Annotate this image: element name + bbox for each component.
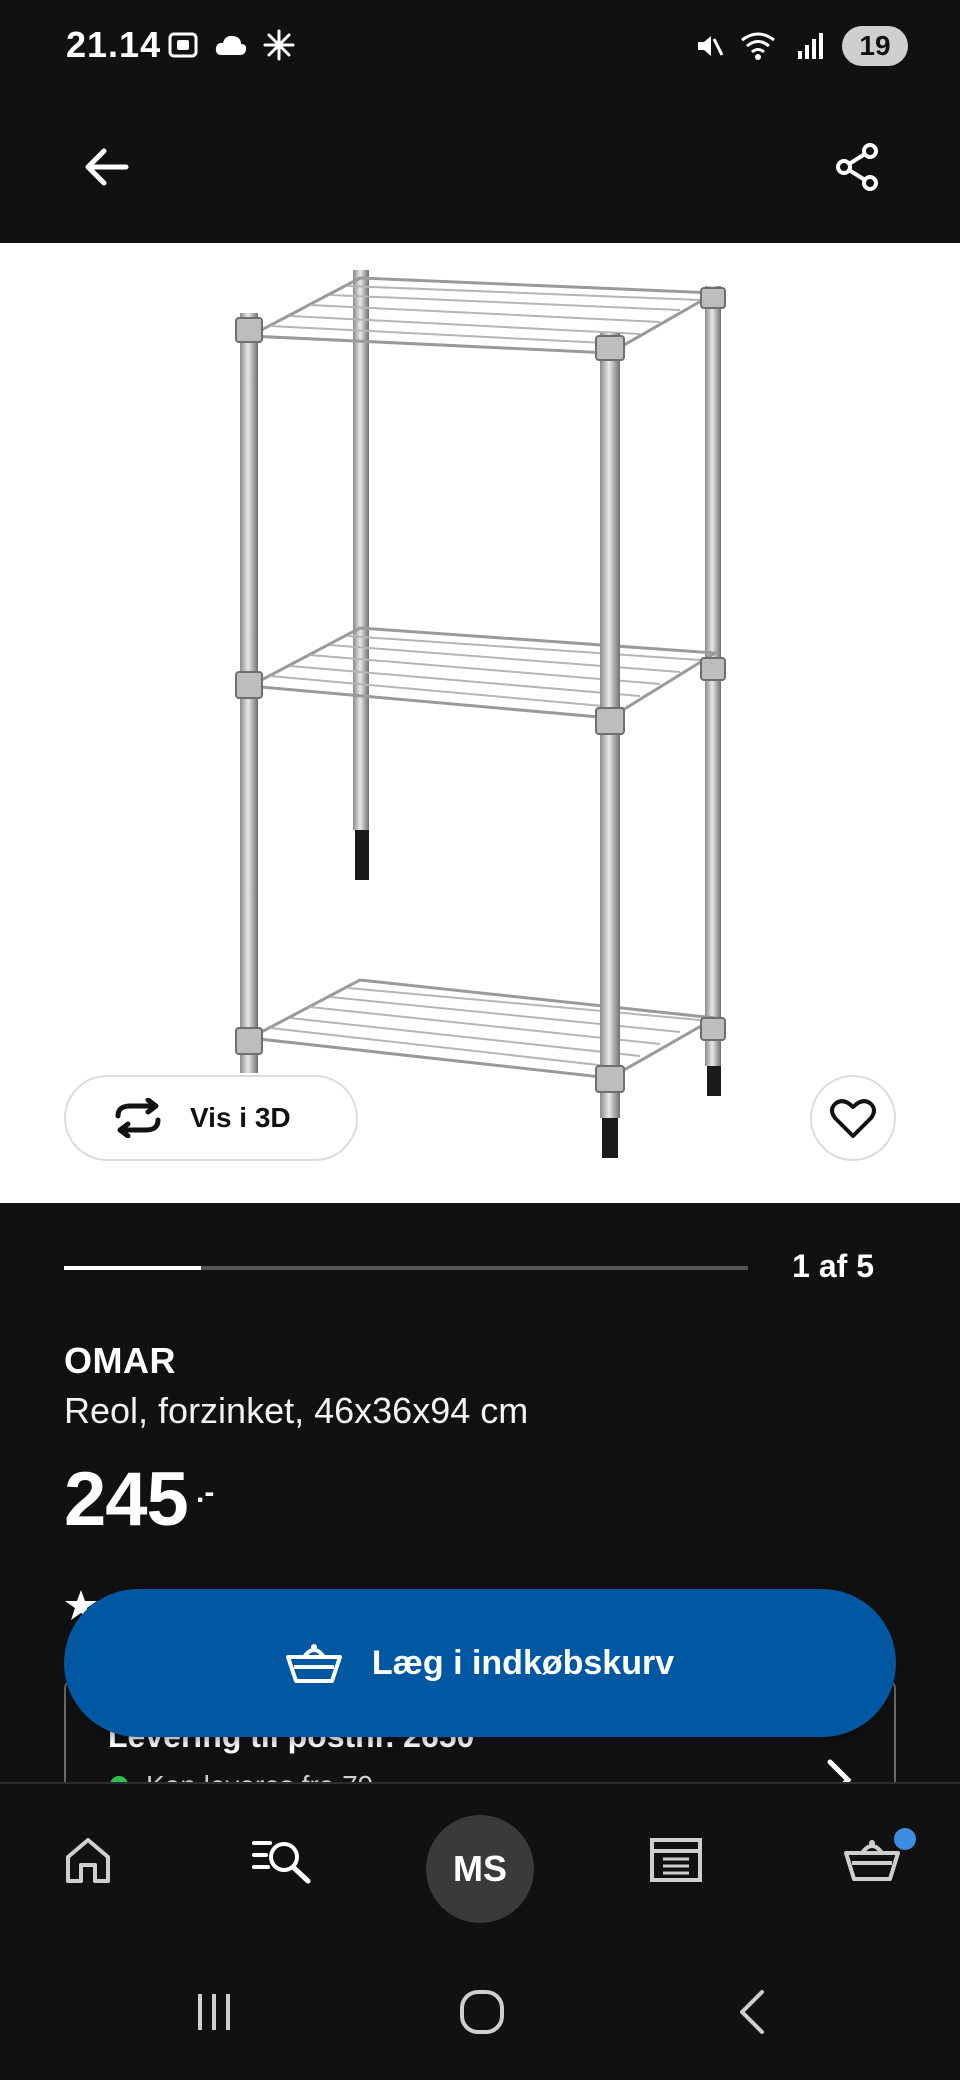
battery-indicator: 19 xyxy=(842,26,908,66)
product-description: Reol, forzinket, 46x36x94 cm xyxy=(64,1390,529,1431)
rotate-3d-icon xyxy=(115,1098,161,1138)
arrow-left-icon xyxy=(85,148,129,186)
status-time: 21.14 xyxy=(66,24,162,65)
carousel-progress-fill xyxy=(64,1266,201,1270)
view-3d-label: Vis i 3D xyxy=(190,1102,291,1133)
recent-apps-button[interactable] xyxy=(174,1972,254,2052)
cart-basket-icon xyxy=(844,1840,900,1881)
status-left-icons xyxy=(166,28,296,62)
signal-icon xyxy=(798,33,823,59)
nav-cart[interactable] xyxy=(824,1812,920,1908)
nav-stores[interactable] xyxy=(628,1812,724,1908)
home-icon xyxy=(66,1838,110,1883)
back-button[interactable] xyxy=(74,135,138,199)
screenshot-icon xyxy=(168,32,198,58)
recent-apps-icon xyxy=(198,1994,230,2030)
share-icon xyxy=(836,143,878,191)
product-image-shelf xyxy=(235,270,726,1158)
wifi-icon xyxy=(741,32,775,60)
cart-notification-badge xyxy=(894,1828,916,1850)
search-list-icon xyxy=(252,1841,311,1884)
view-3d-button[interactable]: Vis i 3D xyxy=(64,1075,358,1161)
nav-search[interactable] xyxy=(234,1812,330,1908)
battery-level: 19 xyxy=(859,30,891,61)
bottom-navigation: MS xyxy=(0,1782,960,1934)
carousel-progress xyxy=(64,1266,748,1270)
status-bar: 21.14 19 xyxy=(0,0,960,95)
nav-profile-avatar[interactable]: MS xyxy=(426,1815,534,1923)
heart-icon xyxy=(830,1099,876,1138)
add-to-cart-label: Læg i indkøbskurv xyxy=(371,1643,675,1682)
app-bar xyxy=(0,95,960,243)
product-price: 245 xyxy=(64,1457,189,1542)
cloud-icon xyxy=(215,35,247,55)
back-chevron-icon xyxy=(740,1990,764,2034)
carousel-counter: 1 af 5 xyxy=(792,1248,874,1284)
mute-icon xyxy=(698,36,724,56)
product-image-carousel[interactable]: Vis i 3D xyxy=(0,243,960,1203)
favorite-button[interactable] xyxy=(810,1075,896,1161)
snowflake-icon xyxy=(263,29,295,61)
store-icon xyxy=(650,1838,702,1882)
back-system-button[interactable] xyxy=(712,1972,792,2052)
home-circle-icon xyxy=(460,1990,504,2034)
share-button[interactable] xyxy=(826,135,890,199)
avatar-initials: MS xyxy=(453,1848,507,1889)
system-navigation-bar xyxy=(0,1934,960,2080)
price-suffix: .- xyxy=(196,1476,215,1509)
status-right-icons: 19 xyxy=(694,26,908,66)
basket-icon xyxy=(285,1644,342,1683)
home-system-button[interactable] xyxy=(442,1972,522,2052)
nav-home[interactable] xyxy=(40,1812,136,1908)
product-name: OMAR xyxy=(64,1340,176,1381)
add-to-cart-button[interactable]: Læg i indkøbskurv xyxy=(64,1589,896,1737)
